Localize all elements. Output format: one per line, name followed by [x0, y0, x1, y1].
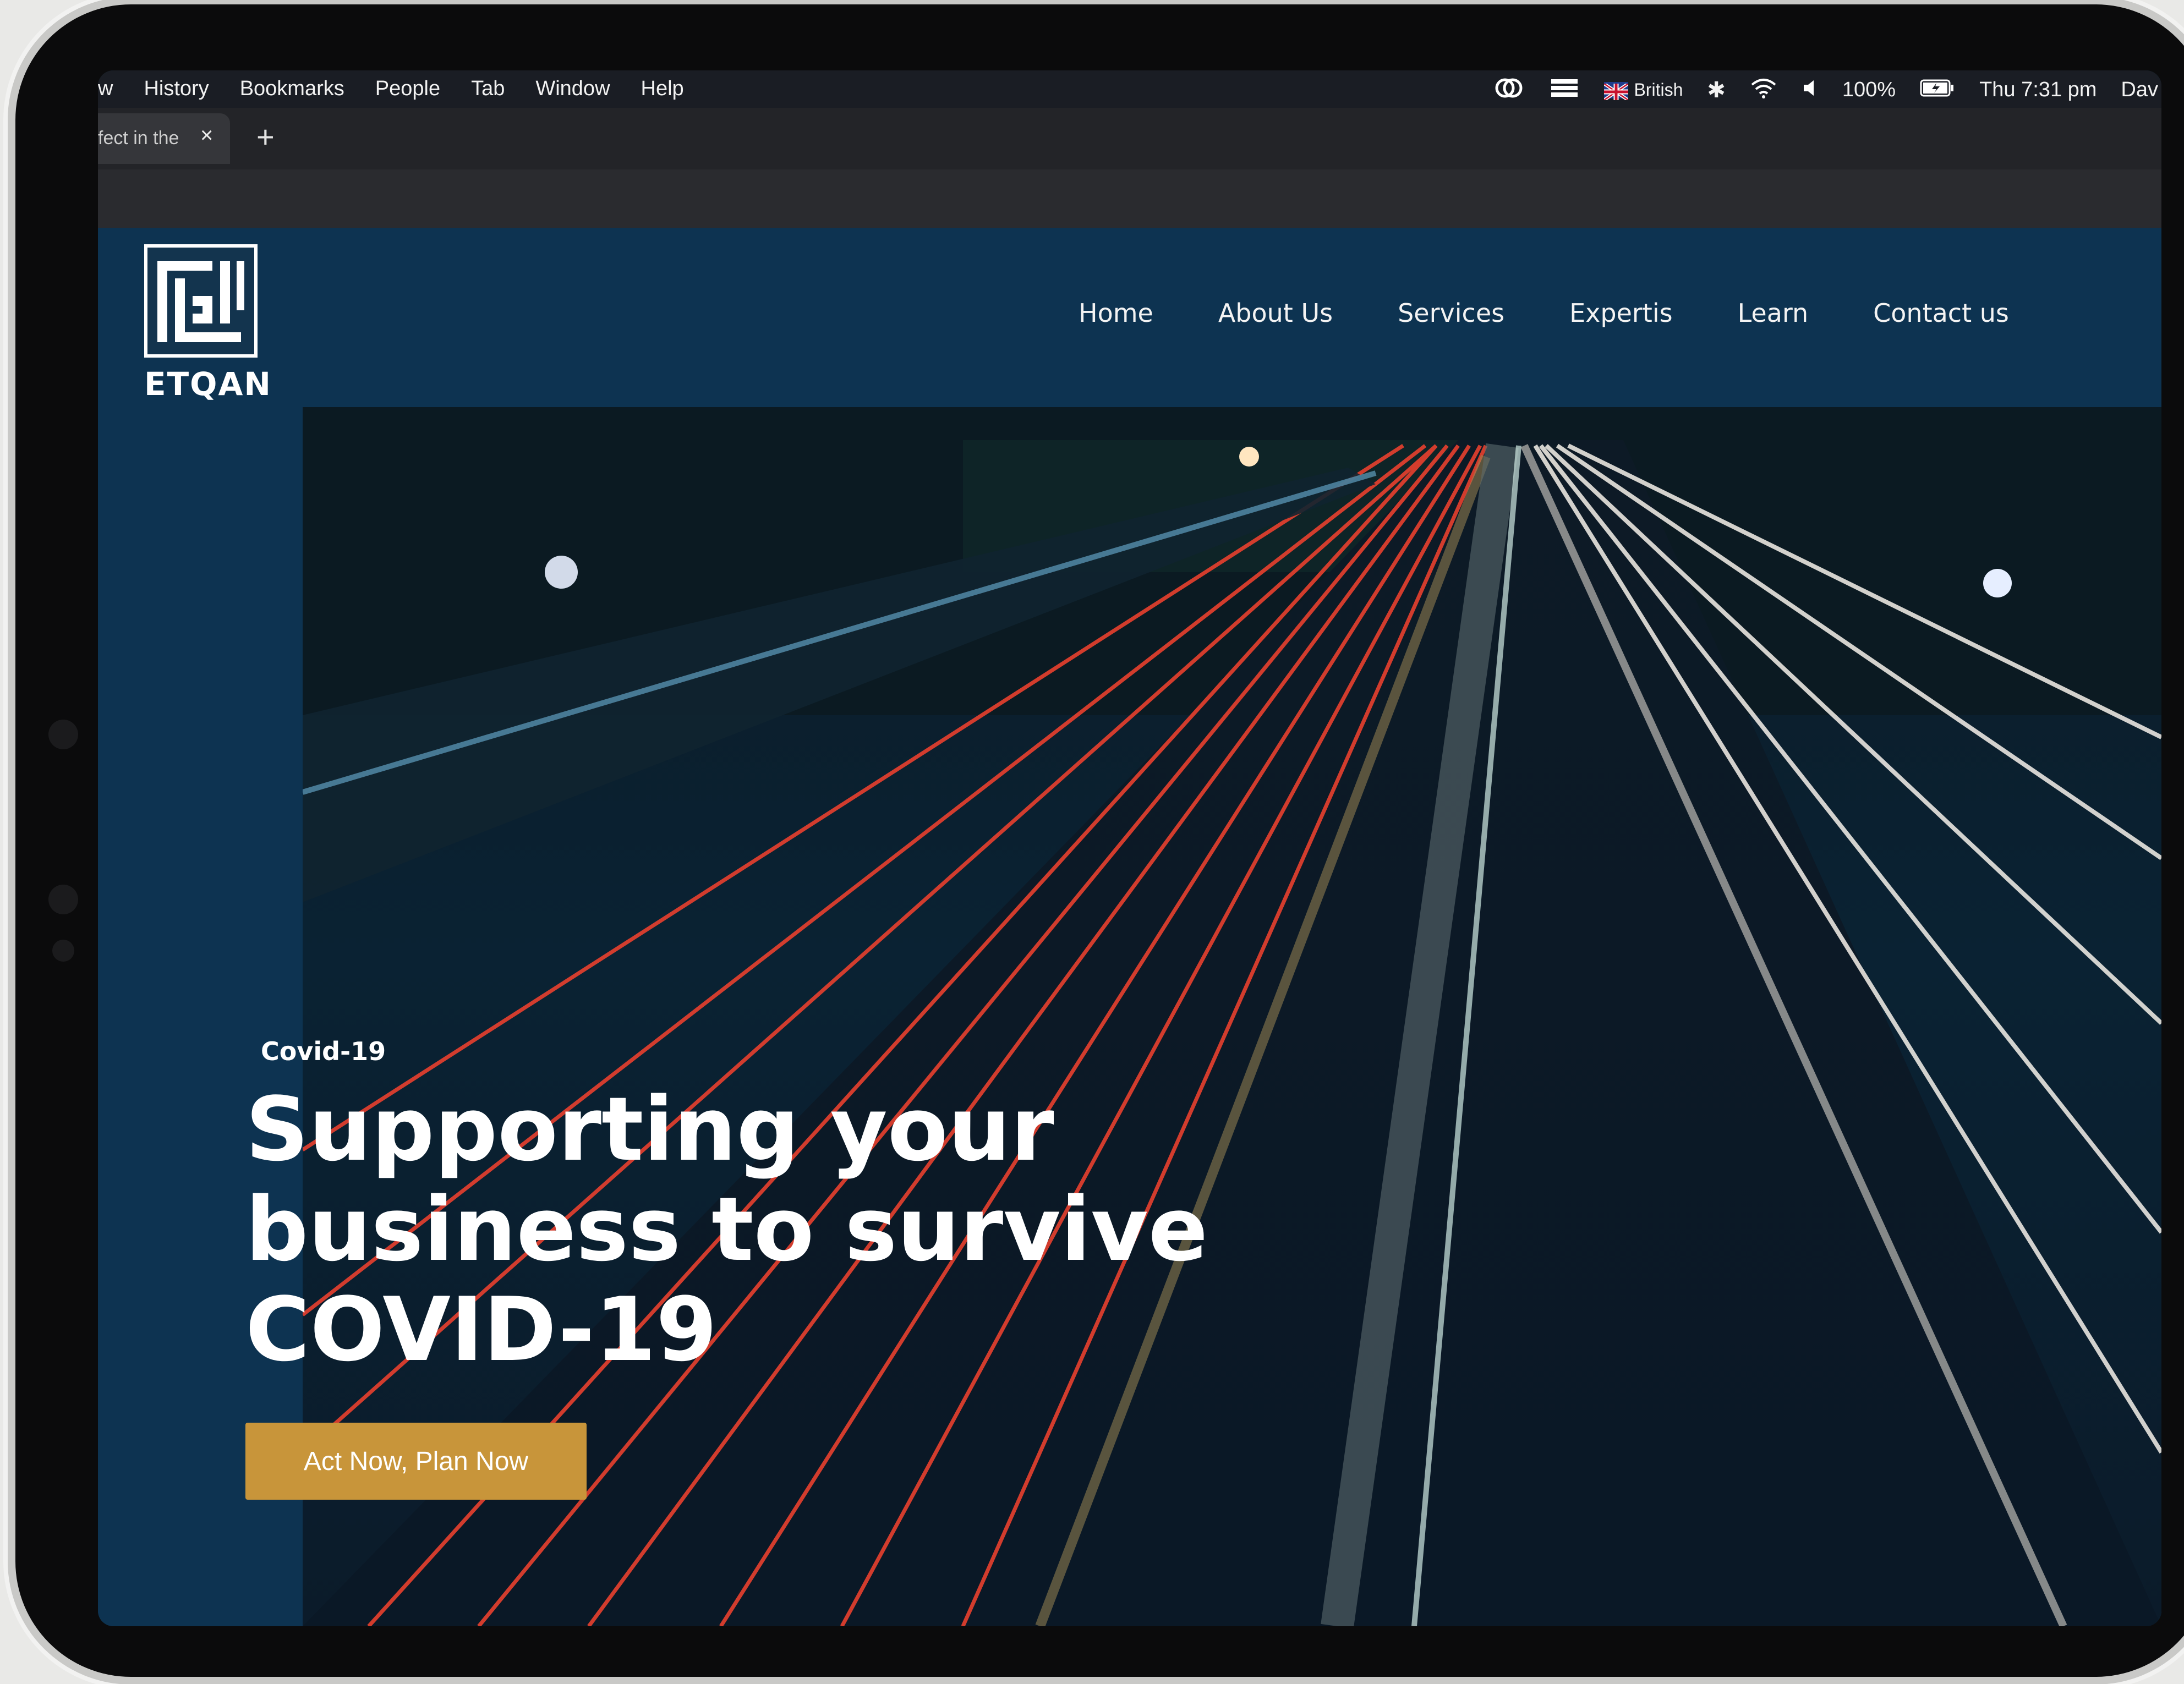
bluetooth-icon[interactable]: ✱: [1707, 79, 1726, 101]
battery-percent: 100%: [1842, 78, 1896, 101]
volume-icon[interactable]: [1802, 77, 1818, 103]
keyboard-input[interactable]: British: [1603, 80, 1683, 101]
screen: w History Bookmarks People Tab Window He…: [98, 70, 2161, 1626]
nav-services[interactable]: Services: [1398, 298, 1504, 328]
wifi-icon[interactable]: [1750, 77, 1777, 103]
creative-cloud-icon[interactable]: [1494, 77, 1525, 103]
nav-home[interactable]: Home: [1079, 298, 1153, 328]
status-area: British ✱ 100% Thu 7:31 pm Dav: [1494, 77, 2158, 103]
menu-items: w History Bookmarks People Tab Window He…: [98, 77, 684, 101]
layers-icon[interactable]: [1549, 77, 1580, 103]
tab-strip: fect in the × +: [98, 108, 2161, 169]
logo-mark: [144, 244, 258, 358]
camera-dot: [48, 720, 78, 749]
clock[interactable]: Thu 7:31 pm: [1979, 78, 2097, 102]
menu-item-history[interactable]: History: [144, 77, 209, 101]
etqan-logo[interactable]: ETQAN: [144, 244, 272, 403]
bezel-dot: [52, 940, 74, 962]
menu-bar: w History Bookmarks People Tab Window He…: [98, 70, 2161, 108]
menu-item-window[interactable]: Window: [535, 77, 610, 101]
new-tab-button[interactable]: +: [256, 119, 275, 155]
uk-flag-icon: [1603, 81, 1630, 101]
act-now-button[interactable]: Act Now, Plan Now: [245, 1423, 587, 1500]
menu-item-people[interactable]: People: [375, 77, 440, 101]
headline-line-3: COVID-19: [245, 1278, 718, 1381]
close-icon[interactable]: ×: [200, 123, 213, 148]
keyboard-label: British: [1634, 80, 1683, 100]
browser-toolbar: [98, 169, 2161, 228]
headline-line-1: Supporting your: [245, 1078, 1054, 1181]
battery-icon[interactable]: [1920, 78, 1955, 102]
menu-item-help[interactable]: Help: [641, 77, 684, 101]
logo-text: ETQAN: [144, 365, 272, 403]
hero-eyebrow: Covid-19: [261, 1036, 386, 1066]
hero-headline: Supporting your business to survive COVI…: [245, 1079, 1346, 1380]
nav-contact-us[interactable]: Contact us: [1873, 298, 2009, 328]
headline-line-2: business to survive: [245, 1178, 1208, 1281]
menu-item-tab[interactable]: Tab: [471, 77, 505, 101]
website: ETQAN Home About Us Services Expertis Le…: [98, 228, 2161, 1626]
bezel-dot: [48, 885, 78, 914]
browser-tab[interactable]: fect in the ×: [98, 113, 230, 164]
nav-learn[interactable]: Learn: [1738, 298, 1809, 328]
menu-item-bookmarks[interactable]: Bookmarks: [240, 77, 344, 101]
tab-title: fect in the: [98, 128, 179, 149]
nav-expertis[interactable]: Expertis: [1569, 298, 1672, 328]
main-nav: Home About Us Services Expertis Learn Co…: [1079, 298, 2009, 328]
menu-item-view[interactable]: w: [98, 77, 113, 101]
user-name[interactable]: Dav: [2121, 78, 2158, 102]
tablet-frame: w History Bookmarks People Tab Window He…: [15, 4, 2184, 1677]
nav-about-us[interactable]: About Us: [1218, 298, 1333, 328]
